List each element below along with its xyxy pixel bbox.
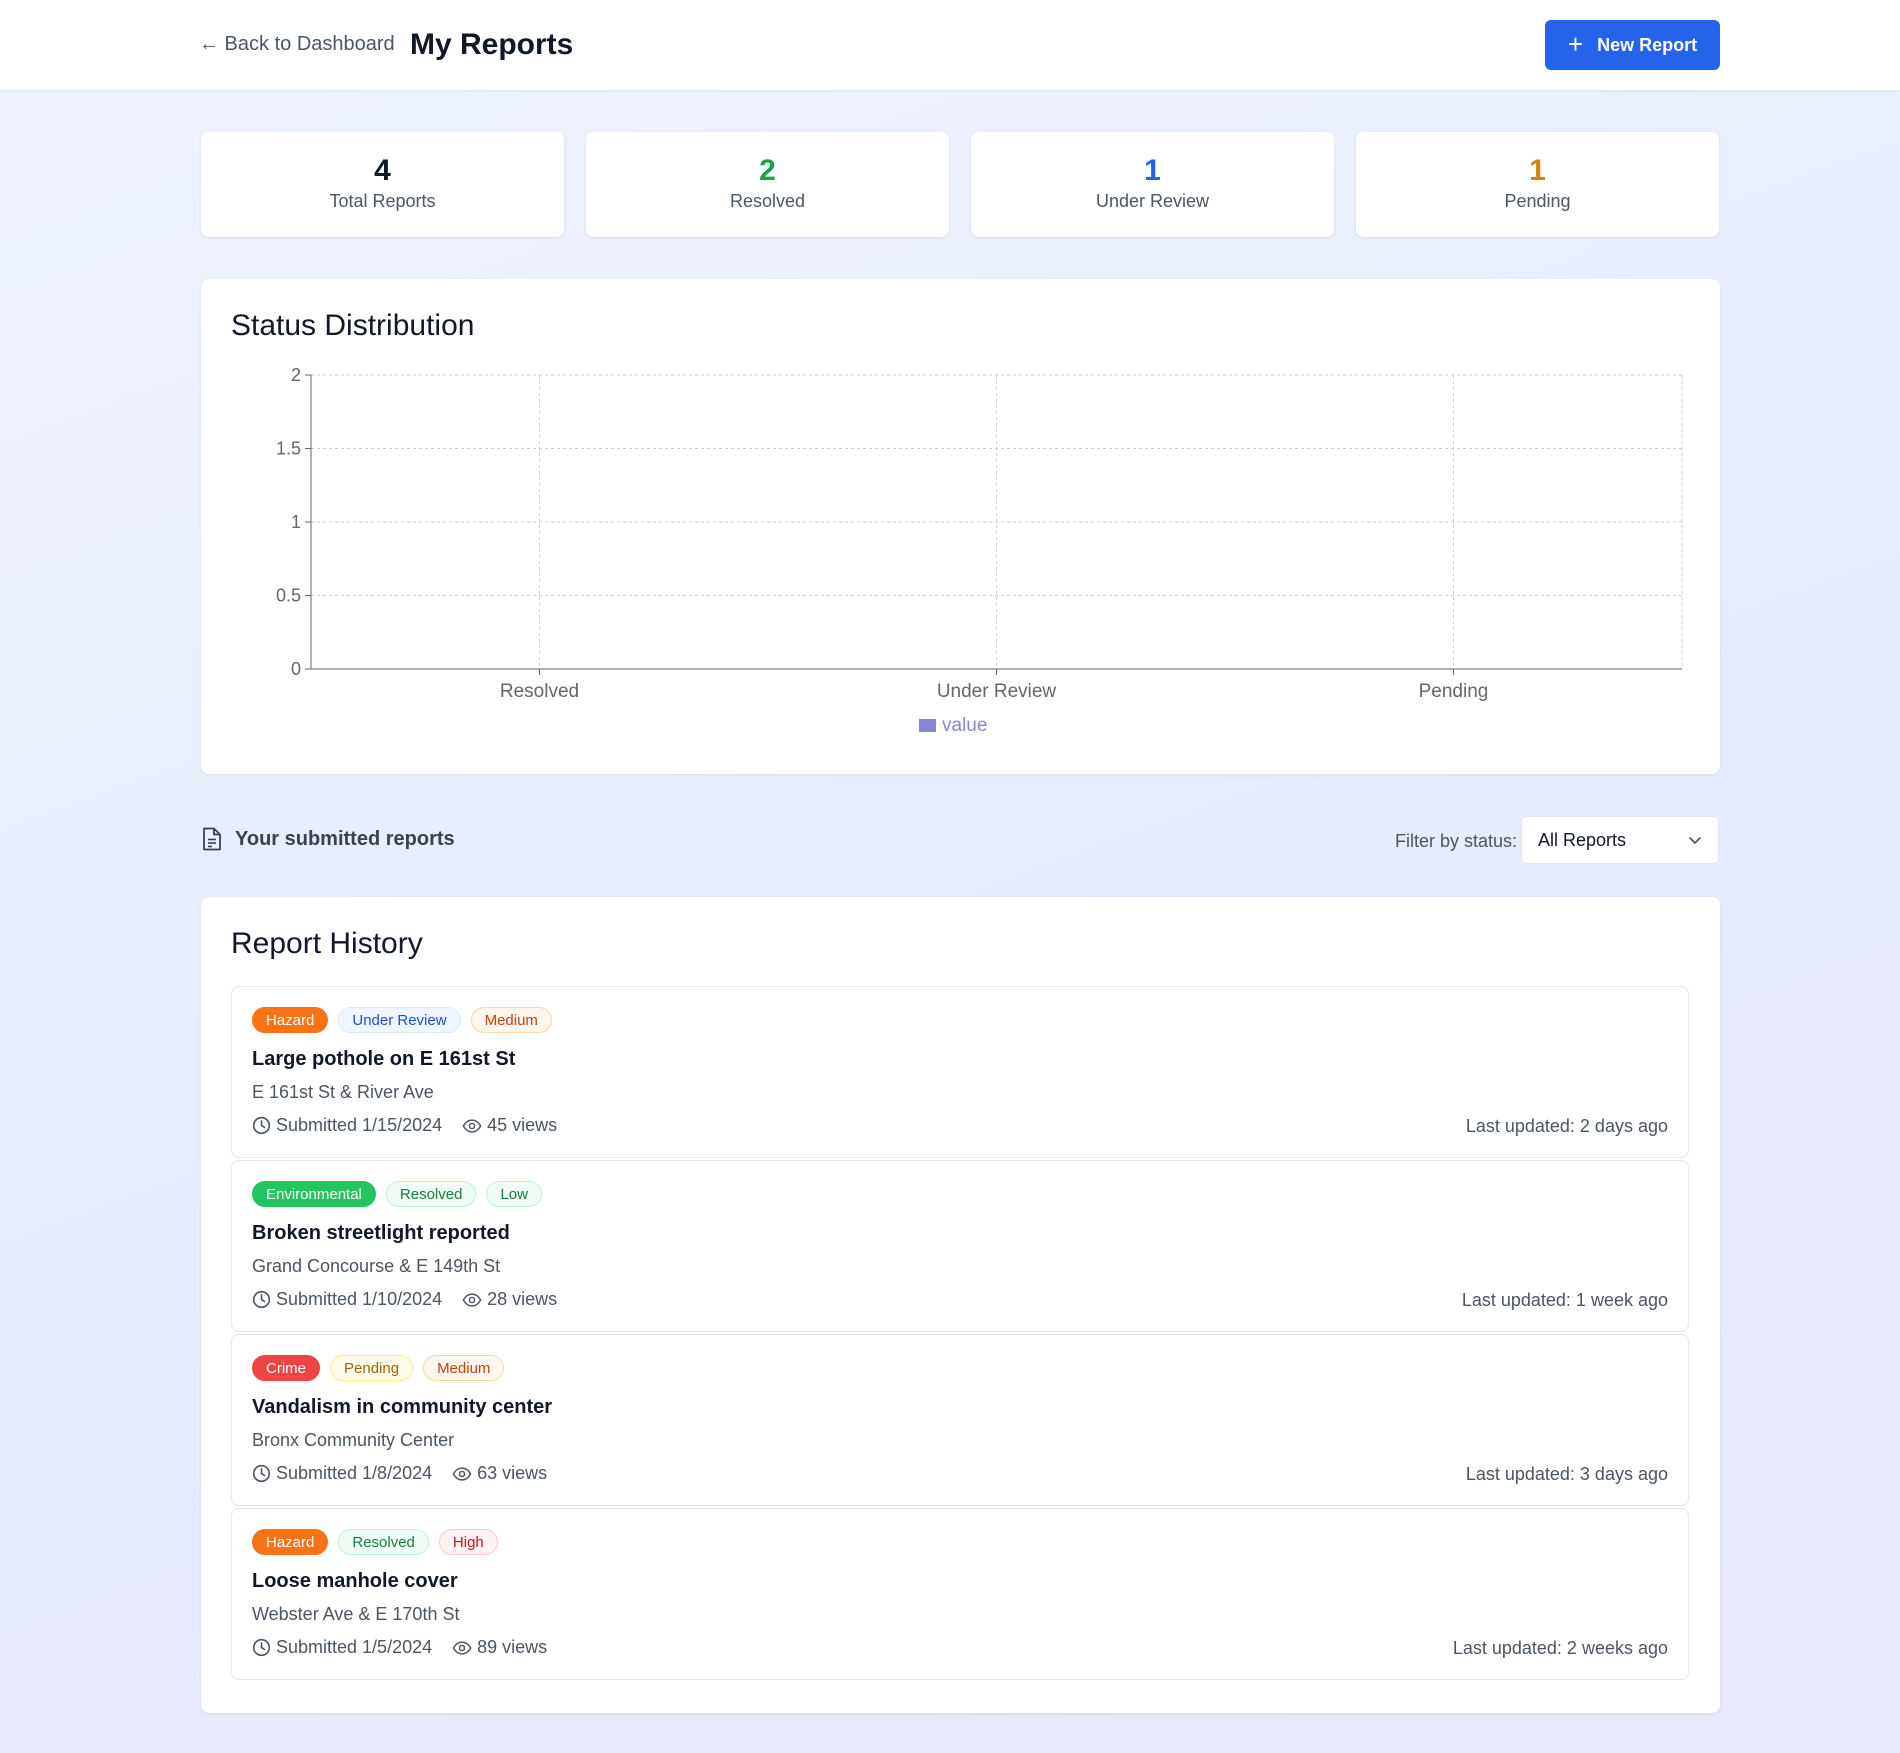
top-bar: ← Back to Dashboard My Reports + New Rep… (0, 0, 1900, 90)
report-meta: Submitted 1/5/2024 89 views (252, 1637, 567, 1658)
chevron-down-icon (1689, 836, 1701, 844)
legend-swatch (919, 719, 936, 732)
new-report-button[interactable]: + New Report (1545, 20, 1720, 70)
document-icon (203, 827, 221, 851)
legend-label: value (942, 715, 987, 736)
submitted-reports-label: Your submitted reports (201, 827, 455, 851)
submitted-date: Submitted 1/15/2024 (252, 1115, 442, 1136)
eye-icon (462, 1118, 482, 1133)
report-history-card: Report History Hazard Under Review Medium L… (201, 897, 1720, 1713)
stat-value: 1 (1529, 154, 1546, 187)
report-tag: Medium (423, 1355, 505, 1381)
report-title: Broken streetlight reported (252, 1222, 510, 1244)
status-filter-select[interactable]: All Reports (1521, 816, 1719, 864)
history-title: Report History (231, 927, 423, 960)
submitted-date: Submitted 1/10/2024 (252, 1289, 442, 1310)
report-meta: Submitted 1/8/2024 63 views (252, 1463, 567, 1484)
last-updated: Last updated: 2 days ago (1465, 1116, 1668, 1136)
x-tick-label: Under Review (937, 681, 1057, 702)
view-count: 89 views (452, 1637, 547, 1658)
stat-card-total: 4 Total Reports (201, 132, 564, 237)
x-tick-label: Pending (1419, 681, 1489, 702)
stat-value: 4 (374, 154, 391, 187)
stat-label: Pending (1504, 191, 1571, 211)
views-text: 63 views (477, 1463, 548, 1483)
y-tick-label: 2 (291, 365, 301, 385)
report-tag: Environmental (252, 1181, 376, 1207)
stat-card-resolved: 2 Resolved (586, 132, 949, 237)
report-tag: High (438, 1529, 498, 1555)
views-text: 89 views (477, 1637, 548, 1657)
section-label-text: Your submitted reports (235, 827, 455, 850)
report-location: Bronx Community Center (252, 1430, 455, 1450)
clock-icon (252, 1116, 271, 1135)
report-meta: Submitted 1/15/2024 45 views (252, 1115, 577, 1136)
stat-value: 2 (759, 154, 776, 187)
report-tag: Hazard (252, 1007, 329, 1033)
report-tag: Hazard (252, 1529, 329, 1555)
clock-icon (252, 1638, 271, 1657)
submitted-text: Submitted 1/15/2024 (276, 1115, 443, 1135)
report-tag: Medium (470, 1007, 552, 1033)
clock-icon (252, 1464, 271, 1483)
report-tag: Resolved (385, 1181, 477, 1207)
stat-label: Under Review (1095, 191, 1210, 211)
page-title: My Reports (410, 28, 574, 61)
submitted-date: Submitted 1/8/2024 (252, 1463, 432, 1484)
report-tags: Hazard Resolved High (252, 1529, 498, 1555)
y-tick-label: 0.5 (276, 586, 301, 606)
report-location: E 161st St & River Ave (252, 1082, 434, 1102)
plus-icon: + (1567, 28, 1584, 59)
report-location: Webster Ave & E 170th St (252, 1604, 460, 1624)
report-title: Large pothole on E 161st St (252, 1048, 516, 1070)
status-filter-value: All Reports (1538, 829, 1627, 850)
status-distribution-chart: 0 0.5 1 1.5 2 Resolved Under Review Pending valu… (276, 365, 1683, 736)
report-item[interactable]: Hazard Under Review Medium Large pothole on… (231, 986, 1689, 1158)
report-meta: Submitted 1/10/2024 28 views (252, 1289, 577, 1310)
report-tag: Pending (330, 1355, 414, 1381)
report-tag: Low (486, 1181, 542, 1207)
stat-card-pending: 1 Pending (1356, 132, 1719, 237)
submitted-text: Submitted 1/5/2024 (276, 1637, 433, 1657)
report-tag: Resolved (338, 1529, 429, 1555)
last-updated: Last updated: 2 weeks ago (1452, 1638, 1668, 1658)
stat-value: 1 (1144, 154, 1161, 187)
last-updated: Last updated: 3 days ago (1465, 1464, 1668, 1484)
views-text: 28 views (487, 1289, 558, 1309)
new-report-label: New Report (1597, 34, 1698, 55)
report-tags: Hazard Under Review Medium (252, 1007, 552, 1033)
last-updated: Last updated: 1 week ago (1461, 1290, 1668, 1310)
eye-icon (452, 1640, 472, 1655)
status-distribution-card: Status Distribution 0 0.5 1 1.5 2 Resolved Und… (201, 279, 1720, 774)
x-tick-label: Resolved (500, 681, 579, 702)
report-tag: Under Review (338, 1007, 461, 1033)
submitted-text: Submitted 1/10/2024 (276, 1289, 443, 1309)
y-tick-label: 1.5 (276, 439, 301, 459)
view-count: 28 views (462, 1289, 557, 1310)
back-to-dashboard-link[interactable]: ← Back to Dashboard (199, 33, 395, 56)
report-tag: Crime (252, 1355, 320, 1381)
view-count: 63 views (452, 1463, 547, 1484)
report-tags: Crime Pending Medium (252, 1355, 505, 1381)
eye-icon (462, 1292, 482, 1307)
clock-icon (252, 1290, 271, 1309)
report-item[interactable]: Hazard Resolved High Loose manhole cover Web… (231, 1508, 1689, 1680)
filter-label: Filter by status: (1395, 831, 1518, 851)
y-tick-label: 0 (291, 659, 301, 679)
report-location: Grand Concourse & E 149th St (252, 1256, 501, 1276)
stat-card-under-review: 1 Under Review (971, 132, 1334, 237)
submitted-date: Submitted 1/5/2024 (252, 1637, 432, 1658)
y-tick-label: 1 (291, 512, 301, 532)
view-count: 45 views (462, 1115, 557, 1136)
report-item[interactable]: Crime Pending Medium Vandalism in community… (231, 1334, 1689, 1506)
report-tags: Environmental Resolved Low (252, 1181, 542, 1207)
submitted-text: Submitted 1/8/2024 (276, 1463, 433, 1483)
stat-label: Resolved (729, 191, 806, 211)
report-title: Vandalism in community center (252, 1396, 553, 1418)
report-item[interactable]: Environmental Resolved Low Broken streetlig… (231, 1160, 1689, 1332)
eye-icon (452, 1466, 472, 1481)
stat-label: Total Reports (329, 191, 436, 211)
report-title: Loose manhole cover (252, 1570, 458, 1592)
views-text: 45 views (487, 1115, 558, 1135)
